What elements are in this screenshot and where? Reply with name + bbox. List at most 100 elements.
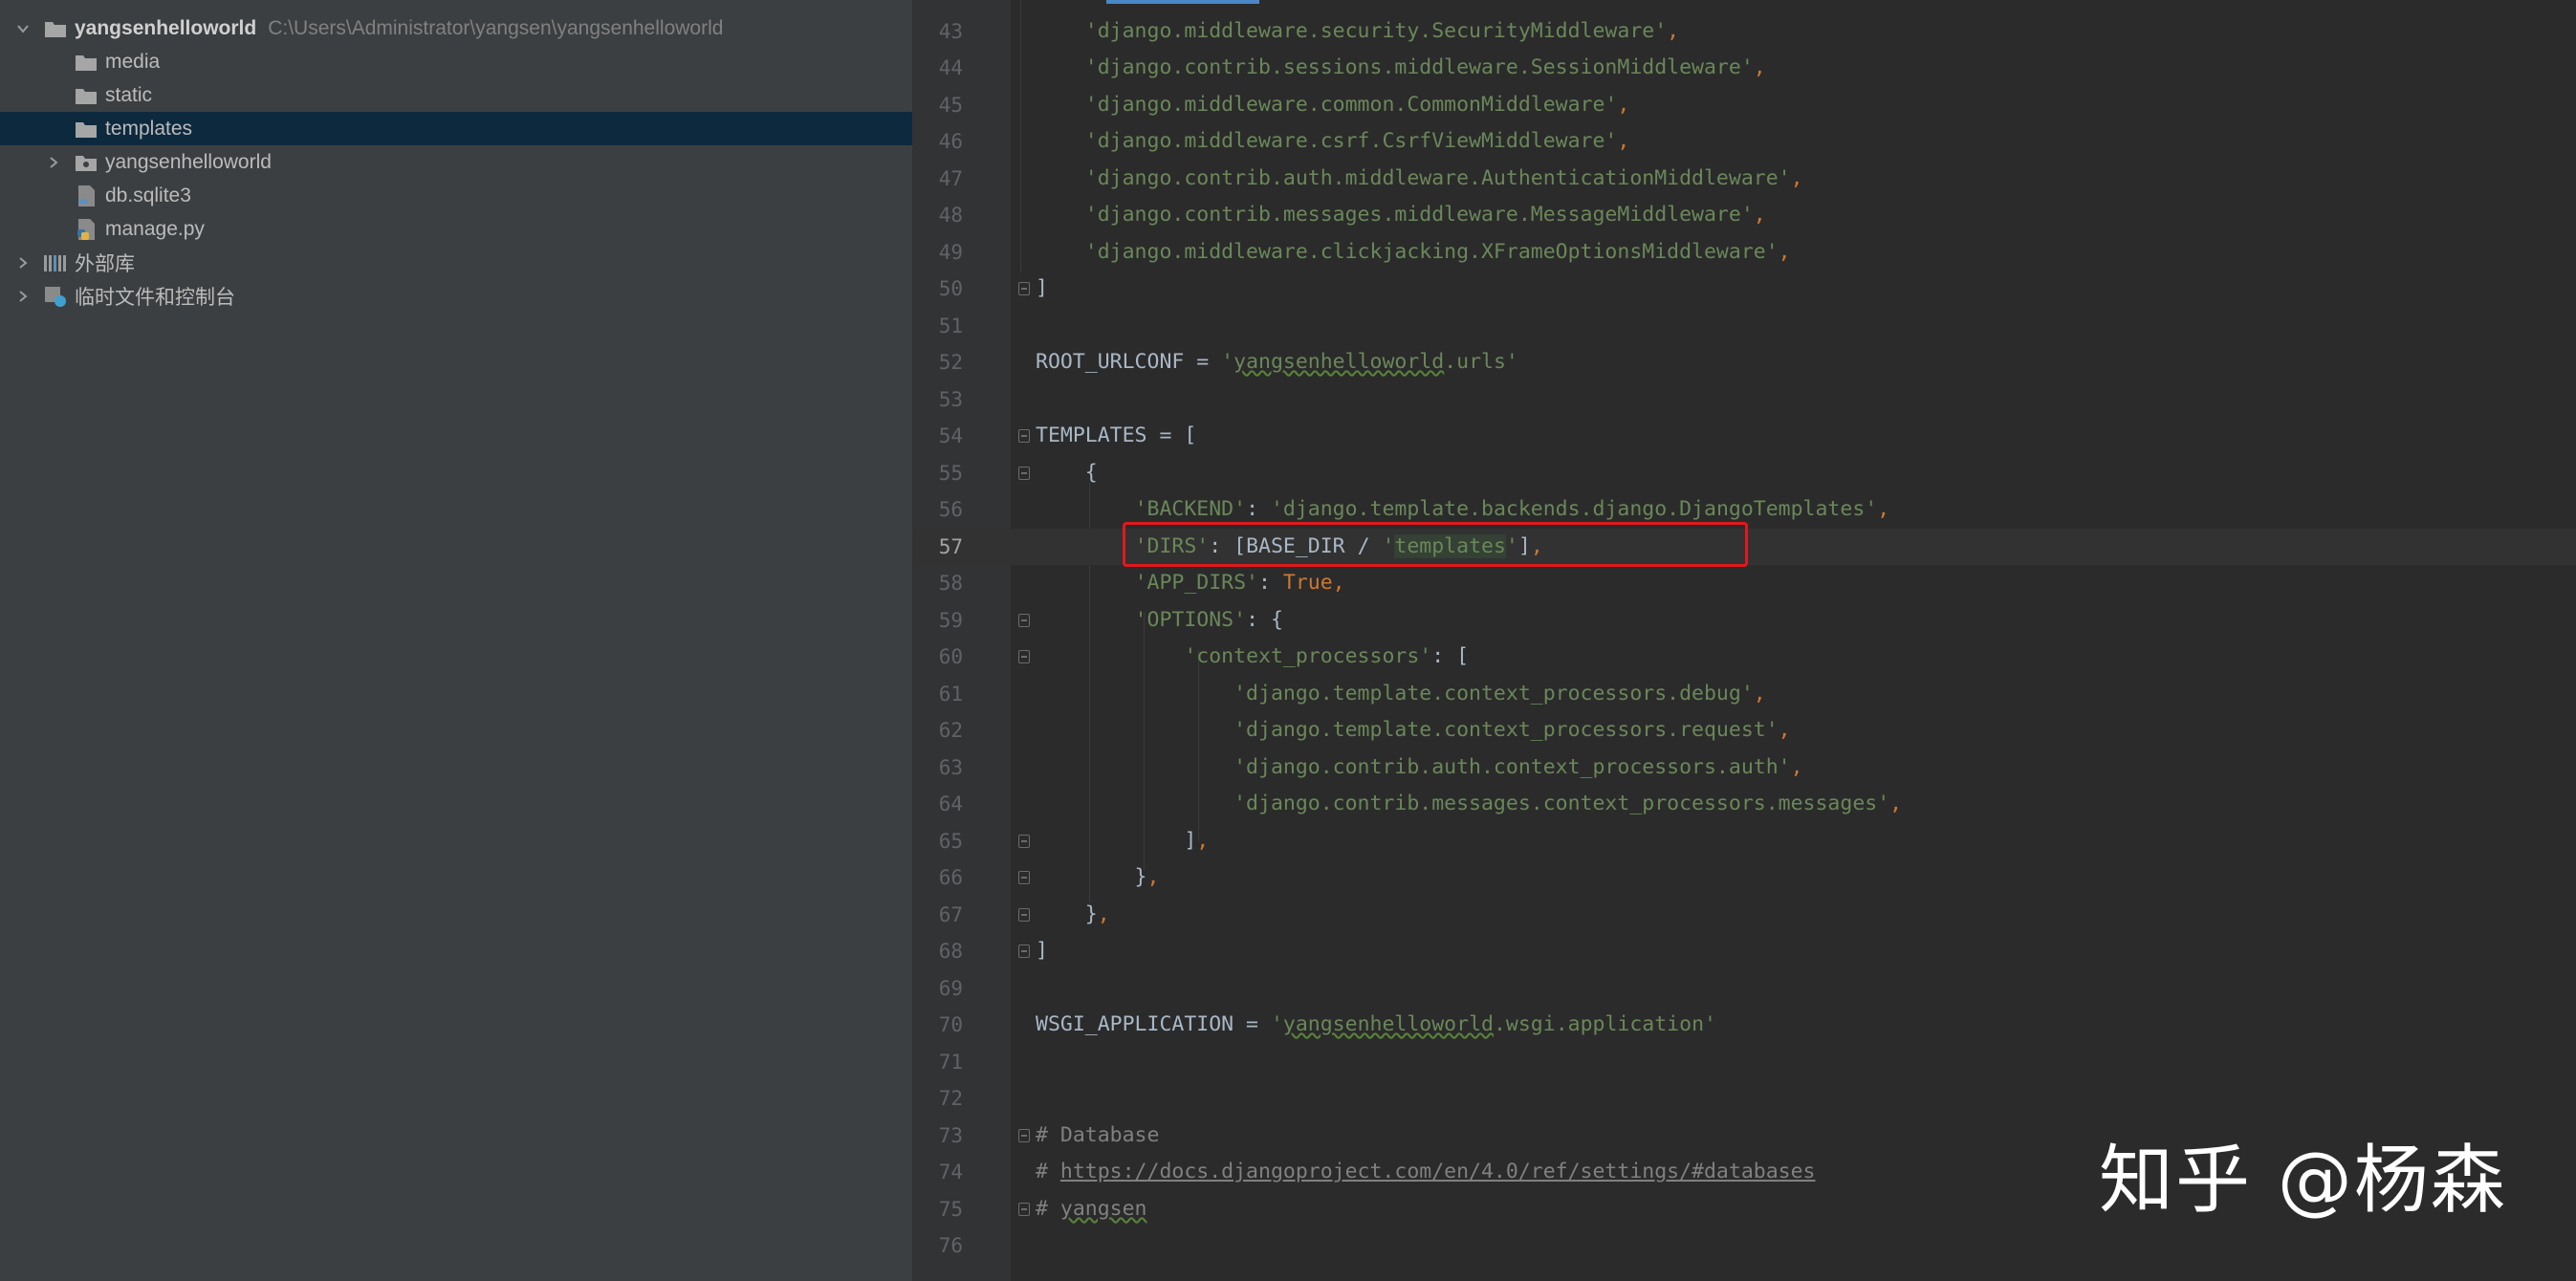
line-number: 52 — [938, 351, 963, 374]
chevron-down-icon[interactable] — [11, 17, 34, 40]
code-line-59[interactable]: 59 'OPTIONS': { — [915, 602, 2576, 639]
folder-icon — [42, 17, 69, 40]
tree-item-label: manage.py — [105, 217, 205, 240]
fold-marker-icon[interactable] — [1018, 908, 1030, 922]
fold-marker-icon[interactable] — [1018, 467, 1030, 480]
tree-item-yangsenhelloworld-package[interactable]: yangsenhelloworld — [0, 145, 912, 179]
active-tab-indicator — [1106, 0, 1259, 4]
tree-item-media[interactable]: media — [0, 45, 912, 78]
code-line-64[interactable]: 64 'django.contrib.messages.context_proc… — [915, 786, 2576, 822]
code-line-48[interactable]: 48 'django.contrib.messages.middleware.M… — [915, 197, 2576, 233]
tree-item-label: templates — [105, 117, 193, 140]
line-number: 63 — [938, 756, 963, 779]
code-line-62[interactable]: 62 'django.template.context_processors.r… — [915, 712, 2576, 749]
fold-marker-icon[interactable] — [1018, 614, 1030, 627]
code-line-60[interactable]: 60 'context_processors': [ — [915, 639, 2576, 675]
line-number: 64 — [938, 792, 963, 815]
code-editor[interactable]: 43 'django.middleware.security.SecurityM… — [915, 0, 2576, 1281]
line-number: 62 — [938, 719, 963, 742]
tree-item-templates[interactable]: templates — [0, 112, 912, 145]
line-number: 51 — [938, 315, 963, 337]
line-number: 57 — [938, 535, 963, 558]
chevron-right-icon[interactable] — [11, 285, 34, 308]
line-number: 59 — [938, 609, 963, 632]
tree-item-label: 临时文件和控制台 — [75, 286, 235, 309]
fold-marker-icon[interactable] — [1018, 1203, 1030, 1216]
folder-icon — [73, 84, 99, 107]
tree-item-static[interactable]: static — [0, 78, 912, 112]
folder-icon — [73, 118, 99, 141]
line-number: 60 — [938, 645, 963, 668]
scratches-icon — [42, 285, 69, 308]
code-line-53[interactable]: 53 — [915, 381, 2576, 418]
fold-marker-icon[interactable] — [1018, 944, 1030, 958]
code-line-65[interactable]: 65 ], — [915, 823, 2576, 859]
code-line-52[interactable]: 52 ROOT_URLCONF = 'yangsenhelloworld.urls… — [915, 344, 2576, 380]
line-number: 69 — [938, 977, 963, 1000]
tree-item-label: yangsenhelloworld — [105, 150, 272, 173]
chevron-right-icon[interactable] — [42, 151, 65, 174]
fold-marker-icon[interactable] — [1018, 429, 1030, 443]
line-number: 66 — [938, 866, 963, 889]
line-number: 72 — [938, 1087, 963, 1110]
line-number: 44 — [938, 56, 963, 79]
code-line-44[interactable]: 44 'django.contrib.sessions.middleware.S… — [915, 50, 2576, 86]
line-number: 71 — [938, 1051, 963, 1074]
line-number: 68 — [938, 940, 963, 963]
fold-marker-icon[interactable] — [1018, 282, 1030, 295]
tree-item-label: db.sqlite3 — [105, 184, 191, 206]
code-line-69[interactable]: 69 — [915, 970, 2576, 1007]
fold-marker-icon[interactable] — [1018, 1129, 1030, 1142]
code-line-47[interactable]: 47 'django.contrib.auth.middleware.Authe… — [915, 161, 2576, 197]
code-line-45[interactable]: 45 'django.middleware.common.CommonMiddl… — [915, 87, 2576, 123]
fold-marker-icon[interactable] — [1018, 835, 1030, 848]
chevron-right-icon[interactable] — [11, 251, 34, 274]
project-root-path: C:\Users\Administrator\yangsen\yangsenhe… — [268, 16, 724, 39]
code-line-70[interactable]: 70 WSGI_APPLICATION = 'yangsenhelloworld.… — [915, 1007, 2576, 1043]
fold-marker-icon[interactable] — [1018, 871, 1030, 884]
code-line-54[interactable]: 54 TEMPLATES = [ — [915, 418, 2576, 454]
code-line-76[interactable]: 76 — [915, 1227, 2576, 1264]
watermark: 知乎 @杨森 — [2099, 1138, 2507, 1224]
code-line-67[interactable]: 67 }, — [915, 897, 2576, 933]
line-number: 74 — [938, 1161, 963, 1183]
code-line-63[interactable]: 63 'django.contrib.auth.context_processo… — [915, 749, 2576, 786]
code-line-46[interactable]: 46 'django.middleware.csrf.CsrfViewMiddl… — [915, 123, 2576, 160]
folder-icon — [73, 51, 99, 74]
code-line-55[interactable]: 55 { — [915, 455, 2576, 491]
tree-item-scratches-consoles[interactable]: 临时文件和控制台 — [0, 279, 912, 313]
code-line-58[interactable]: 58 'APP_DIRS': True, — [915, 565, 2576, 601]
library-icon — [42, 251, 69, 274]
line-number: 43 — [938, 20, 963, 43]
line-number: 46 — [938, 130, 963, 153]
code-line-68[interactable]: 68] — [915, 933, 2576, 969]
code-line-72[interactable]: 72 — [915, 1080, 2576, 1117]
tree-row-project-root[interactable]: yangsenhelloworld C:\Users\Administrator\… — [0, 11, 912, 45]
line-number: 76 — [938, 1234, 963, 1257]
line-number: 75 — [938, 1198, 963, 1221]
database-file-icon — [73, 185, 99, 207]
line-number: 70 — [938, 1013, 963, 1036]
line-number: 47 — [938, 167, 963, 190]
tree-item-manage-py[interactable]: manage.py — [0, 212, 912, 246]
package-folder-icon — [73, 151, 99, 174]
project-tree-panel: yangsenhelloworld C:\Users\Administrator\… — [0, 0, 912, 1281]
line-number: 55 — [938, 462, 963, 485]
fold-marker-icon[interactable] — [1018, 650, 1030, 663]
tree-item-label: media — [105, 50, 161, 73]
line-number: 54 — [938, 424, 963, 447]
tree-item-db-sqlite3[interactable]: db.sqlite3 — [0, 179, 912, 212]
code-line-50[interactable]: 50] — [915, 271, 2576, 307]
code-line-66[interactable]: 66 }, — [915, 859, 2576, 896]
tree-item-external-libraries[interactable]: 外部库 — [0, 246, 912, 279]
highlight-annotation-box — [1123, 522, 1748, 567]
code-line-71[interactable]: 71 — [915, 1044, 2576, 1080]
code-line-51[interactable]: 51 — [915, 308, 2576, 344]
line-number: 58 — [938, 572, 963, 595]
code-line-61[interactable]: 61 'django.template.context_processors.d… — [915, 676, 2576, 712]
line-number: 61 — [938, 683, 963, 706]
line-number: 45 — [938, 94, 963, 117]
line-number: 67 — [938, 903, 963, 926]
code-line-43[interactable]: 43 'django.middleware.security.SecurityM… — [915, 13, 2576, 50]
code-line-49[interactable]: 49 'django.middleware.clickjacking.XFram… — [915, 234, 2576, 271]
